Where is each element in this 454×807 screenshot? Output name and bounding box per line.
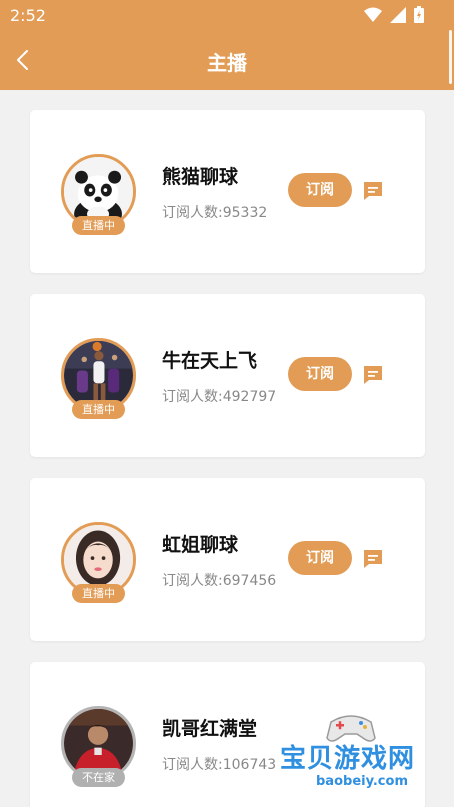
- status-time: 2:52: [10, 6, 46, 25]
- anchor-name: 熊猫聊球: [162, 166, 239, 188]
- chat-icon[interactable]: [361, 547, 385, 571]
- anchor-card[interactable]: 直播中 虹姐聊球 订阅人数:697456 订阅: [30, 478, 425, 641]
- subscriber-count: 订阅人数:492797: [162, 389, 277, 405]
- wifi-icon: [364, 7, 382, 22]
- anchor-list: 直播中 熊猫聊球 订阅人数:95332 订阅 直播中 牛在天上飞 订阅人数:49…: [30, 110, 425, 807]
- anchor-card[interactable]: 直播中 牛在天上飞 订阅人数:492797 订阅: [30, 294, 425, 457]
- anchor-name: 凯哥红满堂: [162, 718, 258, 740]
- battery-icon: [414, 6, 424, 23]
- subscribe-button[interactable]: 订阅: [288, 173, 352, 207]
- subscriber-count: 订阅人数:697456: [162, 573, 277, 589]
- anchor-card[interactable]: 直播中 熊猫聊球 订阅人数:95332 订阅: [30, 110, 425, 273]
- subscriber-count: 订阅人数:106743: [162, 757, 277, 773]
- anchor-name: 牛在天上飞: [162, 350, 258, 372]
- status-badge: 直播中: [72, 216, 125, 235]
- app-bar: 主播: [0, 30, 454, 90]
- watermark: 宝贝游戏网 baobeiy.com: [278, 712, 428, 807]
- status-badge: 不在家: [72, 768, 125, 787]
- status-badge: 直播中: [72, 400, 125, 419]
- chat-icon[interactable]: [361, 363, 385, 387]
- chat-icon[interactable]: [361, 179, 385, 203]
- status-bar: 2:52: [0, 0, 454, 30]
- subscriber-count: 订阅人数:95332: [162, 205, 268, 221]
- signal-icon: [390, 6, 406, 23]
- page-title: 主播: [207, 51, 247, 75]
- watermark-text: 宝贝游戏网: [280, 744, 416, 774]
- subscribe-button[interactable]: 订阅: [288, 541, 352, 575]
- watermark-url: baobeiy.com: [312, 774, 412, 789]
- subscribe-button[interactable]: 订阅: [288, 357, 352, 391]
- anchor-name: 虹姐聊球: [162, 534, 239, 556]
- scrollbar[interactable]: [449, 30, 452, 84]
- status-badge: 直播中: [72, 584, 125, 603]
